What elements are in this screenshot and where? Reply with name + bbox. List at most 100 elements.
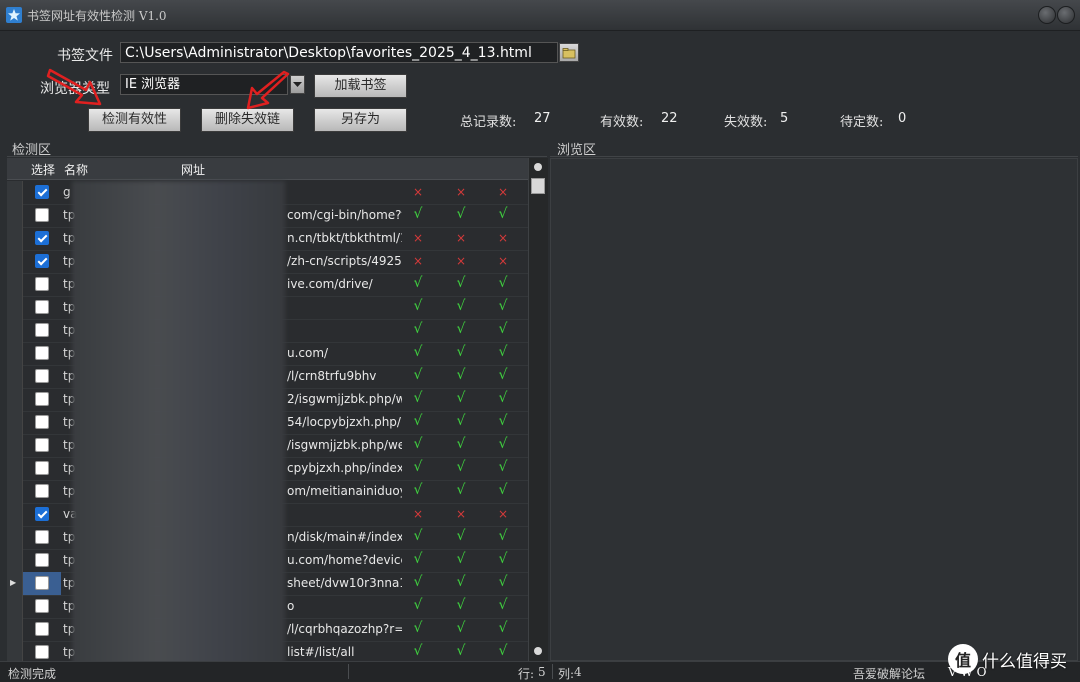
select-checkbox[interactable] — [35, 415, 49, 429]
bookmark-url: /isgwmjjzbk.php/wei — [287, 438, 402, 452]
row-header[interactable]: ▶ — [7, 572, 23, 595]
scroll-down-button[interactable] — [534, 647, 542, 655]
row-header[interactable] — [7, 434, 23, 457]
load-bookmarks-button[interactable]: 加载书签 — [314, 74, 407, 98]
bookmark-url: o — [287, 599, 295, 613]
valid-check-icon: √ — [498, 436, 508, 452]
valid-check-icon: √ — [498, 574, 508, 590]
valid-check-icon: √ — [413, 597, 423, 613]
select-checkbox[interactable] — [35, 530, 49, 544]
row-header[interactable] — [7, 250, 23, 273]
col-label: 列: — [558, 667, 575, 681]
row-header[interactable] — [7, 457, 23, 480]
invalid-count: 5 — [780, 111, 789, 126]
bookmark-url: list#/list/all — [287, 645, 355, 659]
row-header[interactable] — [7, 319, 23, 342]
valid-check-icon: √ — [413, 275, 423, 291]
row-header[interactable] — [7, 388, 23, 411]
minimize-button[interactable] — [1038, 6, 1056, 24]
valid-check-icon: √ — [498, 482, 508, 498]
grid-scrollbar[interactable] — [528, 158, 548, 661]
close-button[interactable] — [1057, 6, 1075, 24]
bookmark-url: /zh-cn/scripts/49251 — [287, 254, 402, 268]
valid-check-icon: √ — [456, 459, 466, 475]
bookmark-url: ive.com/drive/ — [287, 277, 373, 291]
row-header[interactable] — [7, 641, 23, 661]
row-header[interactable] — [7, 503, 23, 526]
folder-icon — [562, 48, 576, 59]
bookmark-url: 2/isgwmjjzbk.php/w — [287, 392, 402, 406]
valid-check-icon: √ — [498, 206, 508, 222]
file-path-input[interactable]: C:\Users\Administrator\Desktop\favorites… — [120, 42, 558, 63]
select-checkbox[interactable] — [35, 484, 49, 498]
select-checkbox[interactable] — [35, 645, 49, 659]
save-as-button[interactable]: 另存为 — [314, 108, 407, 132]
browse-section-label: 浏览区 — [557, 143, 597, 158]
select-checkbox[interactable] — [35, 553, 49, 567]
select-checkbox[interactable] — [35, 438, 49, 452]
valid-check-icon: √ — [413, 459, 423, 475]
row-header[interactable] — [7, 595, 23, 618]
valid-check-icon: √ — [498, 643, 508, 659]
row-header[interactable] — [7, 526, 23, 549]
check-validity-button[interactable]: 检测有效性 — [88, 108, 181, 132]
valid-check-icon: √ — [498, 551, 508, 567]
valid-check-icon: √ — [413, 344, 423, 360]
select-checkbox[interactable] — [35, 277, 49, 291]
scroll-up-button[interactable] — [534, 163, 542, 171]
valid-check-icon: √ — [498, 275, 508, 291]
row-header[interactable] — [7, 342, 23, 365]
watermark-logo-glyph: 值 — [955, 651, 972, 670]
row-header[interactable] — [7, 181, 23, 204]
detect-section-header: 检测区 — [7, 138, 547, 158]
row-header[interactable] — [7, 204, 23, 227]
watermark-text: 什么值得买 — [982, 652, 1067, 672]
name-column-header[interactable]: 名称 — [64, 161, 88, 178]
browse-folder-button[interactable] — [559, 43, 579, 62]
valid-check-icon: √ — [456, 574, 466, 590]
invalid-cross-icon: × — [412, 507, 424, 521]
row-header[interactable] — [7, 227, 23, 250]
total-count: 27 — [534, 111, 551, 126]
valid-check-icon: √ — [413, 298, 423, 314]
bookmark-url: cpybjzxh.php/index/l — [287, 461, 402, 475]
pending-label: 待定数: — [840, 115, 884, 130]
valid-check-icon: √ — [498, 367, 508, 383]
status-separator — [348, 664, 349, 679]
current-row-icon: ▶ — [10, 578, 17, 587]
row-label: 行: — [518, 667, 535, 681]
url-column-header[interactable]: 网址 — [181, 161, 205, 178]
select-checkbox[interactable] — [35, 254, 49, 268]
scroll-thumb[interactable] — [531, 178, 545, 194]
select-checkbox[interactable] — [35, 208, 49, 222]
row-header[interactable] — [7, 549, 23, 572]
row-header[interactable] — [7, 273, 23, 296]
browse-pane[interactable] — [550, 158, 1078, 661]
select-checkbox[interactable] — [35, 185, 49, 199]
bookmark-url: 54/locpybjzxh.php/in — [287, 415, 402, 429]
select-checkbox[interactable] — [35, 323, 49, 337]
select-checkbox[interactable] — [35, 300, 49, 314]
invalid-cross-icon: × — [412, 185, 424, 199]
row-header[interactable] — [7, 296, 23, 319]
row-header[interactable] — [7, 480, 23, 503]
select-column-header[interactable]: 选择 — [31, 161, 55, 178]
select-checkbox[interactable] — [35, 622, 49, 636]
watermark-logo: 值 — [948, 644, 978, 674]
grid-header: 选择 名称 网址 — [7, 158, 528, 180]
select-checkbox[interactable] — [35, 576, 49, 590]
row-header[interactable] — [7, 365, 23, 388]
row-header[interactable] — [7, 618, 23, 641]
valid-check-icon: √ — [456, 367, 466, 383]
valid-check-icon: √ — [456, 528, 466, 544]
bookmark-url: com/cgi-bin/home?t — [287, 208, 402, 222]
select-checkbox[interactable] — [35, 461, 49, 475]
select-checkbox[interactable] — [35, 369, 49, 383]
col-value: 4 — [574, 665, 582, 679]
select-checkbox[interactable] — [35, 599, 49, 613]
select-checkbox[interactable] — [35, 392, 49, 406]
select-checkbox[interactable] — [35, 507, 49, 521]
select-checkbox[interactable] — [35, 231, 49, 245]
select-checkbox[interactable] — [35, 346, 49, 360]
row-header[interactable] — [7, 411, 23, 434]
